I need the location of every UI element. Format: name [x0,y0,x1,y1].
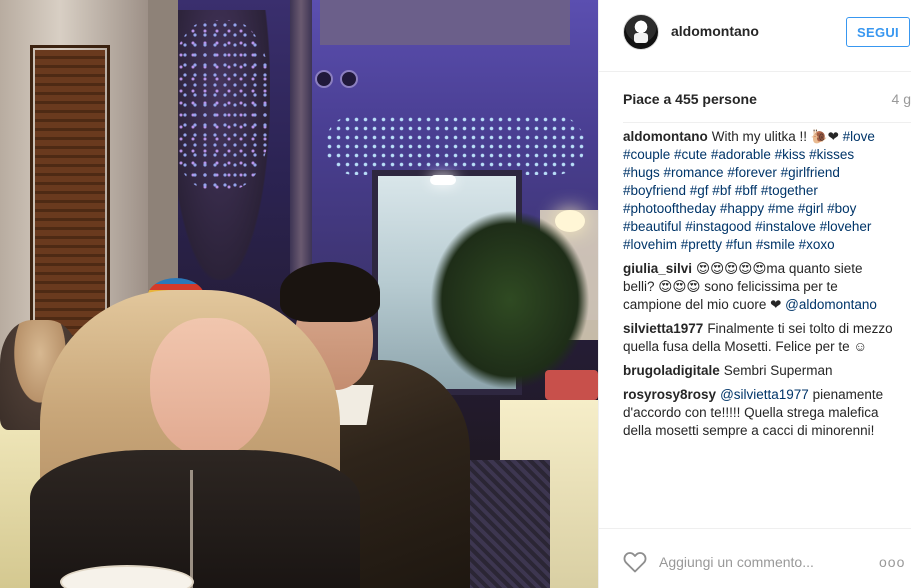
comment: aldomontano With my ulitka !! 🐌❤ #love #c… [623,128,893,254]
comment-username[interactable]: aldomontano [623,129,708,144]
post-timestamp[interactable]: 4 g [892,91,911,107]
follow-button[interactable]: SEGUI [846,17,910,47]
post-author-username[interactable]: aldomontano [671,23,759,39]
comment-text: Sembri Superman [723,363,833,378]
comment-hashtags[interactable]: #love #couple #cute #adorable #kiss #kis… [623,129,875,252]
post-footer: ooo [599,528,911,588]
photo-woman-jacket [30,450,360,588]
photo-pole [290,0,312,310]
photo-plant [430,210,590,390]
comment-hashtags[interactable]: @aldomontano [785,297,877,312]
divider [623,122,911,123]
post-header: aldomontano SEGUI [599,0,911,72]
photo-door-light [430,175,456,185]
comment-text: With my ulitka !! 🐌❤ [711,129,839,144]
comment: brugoladigitale Sembri Superman [623,362,893,380]
comment-hashtags[interactable]: @silvietta1977 [720,387,809,402]
avatar[interactable] [623,14,659,50]
photo-man-hair [280,262,380,322]
comment: rosyrosy8rosy @silvietta1977 pienamente d… [623,386,893,440]
photo-wall-lamp [315,70,333,88]
comment-username[interactable]: giulia_silvi [623,261,692,276]
comment-username[interactable]: brugoladigitale [623,363,720,378]
instagram-post: aldomontano SEGUI Piace a 455 persone 4 … [0,0,911,588]
post-photo[interactable] [0,0,598,588]
photo-tree-lights [170,20,270,190]
likes-row: Piace a 455 persone 4 g [623,91,911,111]
add-comment-input[interactable] [659,551,869,573]
post-sidebar: aldomontano SEGUI Piace a 455 persone 4 … [598,0,911,588]
comment: silvietta1977 Finalmente ti sei tolto di … [623,320,893,356]
more-options-icon[interactable]: ooo [879,554,905,570]
likes-count[interactable]: Piace a 455 persone [623,91,757,107]
comment-username[interactable]: rosyrosy8rosy [623,387,716,402]
photo-cushion [545,370,598,400]
photo-garland-lights [325,115,585,175]
photo-balcony [320,0,570,45]
photo-zipper [190,470,193,588]
comment-username[interactable]: silvietta1977 [623,321,703,336]
comment: giulia_silvi 😍😍😍😍😍ma quanto siete belli? … [623,260,893,314]
heart-outline-icon[interactable] [623,551,647,573]
photo-pillar [148,0,178,300]
photo-woman-face [150,318,270,458]
comment-list: aldomontano With my ulitka !! 🐌❤ #love #c… [623,128,893,446]
photo-wall-lamp [340,70,358,88]
